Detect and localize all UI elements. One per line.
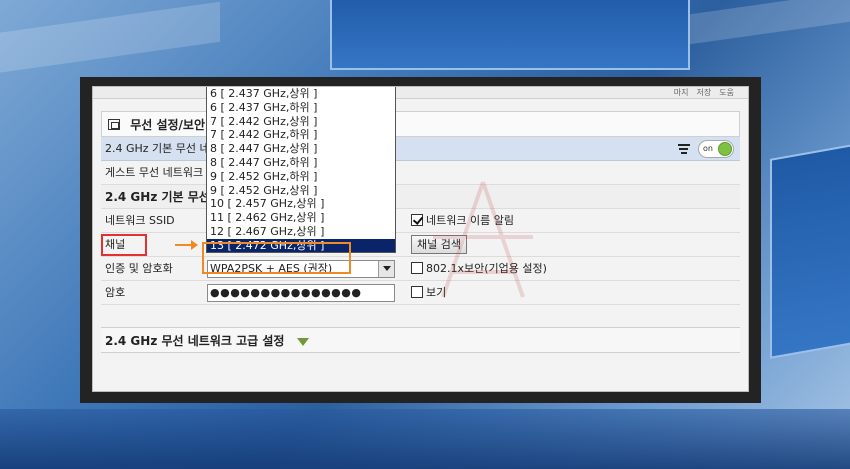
network-on-toggle[interactable]: on	[698, 140, 734, 158]
password-input-wrap: ●●●●●●●●●●●●●●●	[207, 284, 395, 302]
ssid-broadcast-option: 네트워크 이름 알림	[411, 209, 514, 233]
channel-row: 채널 채널 검색	[101, 233, 740, 257]
show-password-checkbox[interactable]	[411, 286, 423, 298]
background-window	[770, 141, 850, 359]
background-taskbar	[0, 409, 850, 469]
show-password-option: 보기	[411, 281, 446, 305]
chevron-down-icon[interactable]	[378, 261, 394, 277]
toggle-wrap: on	[678, 140, 734, 158]
ssid-label: 네트워크 SSID	[105, 214, 175, 227]
channel-option[interactable]: 9 [ 2.452 GHz,상위 ]	[207, 184, 395, 198]
ssid-broadcast-label: 네트워크 이름 알림	[426, 214, 514, 227]
channel-option[interactable]: 6 [ 2.437 GHz,상위 ]	[207, 87, 395, 101]
channel-label: 채널	[105, 238, 126, 251]
channel-option[interactable]: 7 [ 2.442 GHz,하위 ]	[207, 128, 395, 142]
ssid-broadcast-checkbox[interactable]	[411, 214, 423, 226]
channel-option[interactable]: 8 [ 2.447 GHz,하위 ]	[207, 156, 395, 170]
enterprise-option: 802.1x보안(기업용 설정)	[411, 257, 547, 281]
top-link-save[interactable]: 저장	[697, 87, 712, 98]
advanced-settings-label: 2.4 GHz 무선 네트워크 고급 설정	[105, 334, 285, 348]
auth-select-value: WPA2PSK + AES (권장)	[210, 262, 333, 275]
guest-network-row[interactable]: 게스트 무선 네트워크	[101, 161, 740, 185]
channel-scan-wrap: 채널 검색	[411, 233, 467, 257]
channel-option[interactable]: 10 [ 2.457 GHz,상위 ]	[207, 197, 395, 211]
auth-select-wrap: WPA2PSK + AES (권장)	[207, 260, 395, 278]
top-link-close[interactable]: 마지	[674, 87, 689, 98]
settings-content: 무선 설정/보안 2.4 GHz 기본 무선 네트워크 on 게스트 무선 네트…	[101, 111, 740, 305]
enterprise-checkbox[interactable]	[411, 262, 423, 274]
window-icon	[108, 119, 120, 130]
arrow-annotation	[175, 240, 198, 250]
toggle-label: on	[703, 144, 713, 153]
top-link-bar: 마지 저장 도움	[93, 87, 748, 99]
expand-triangle-icon[interactable]	[296, 338, 309, 346]
show-password-label: 보기	[426, 286, 447, 299]
password-label: 암호	[105, 286, 126, 299]
basic-network-bar[interactable]: 2.4 GHz 기본 무선 네트워크 on	[101, 137, 740, 161]
channel-option[interactable]: 12 [ 2.467 GHz,상위 ]	[207, 225, 395, 239]
channel-option[interactable]: 6 [ 2.437 GHz,하위 ]	[207, 101, 395, 115]
router-admin-page: 마지 저장 도움 무선 설정/보안 2.4 GHz 기본 무선 네트워크 on …	[92, 86, 749, 392]
basic-section-header: 2.4 GHz 기본 무선 네트워크	[101, 185, 740, 209]
background-stripe	[0, 1, 220, 79]
channel-option[interactable]: 11 [ 2.462 GHz,상위 ]	[207, 211, 395, 225]
screenshot-frame: 마지 저장 도움 무선 설정/보안 2.4 GHz 기본 무선 네트워크 on …	[80, 77, 761, 403]
password-input[interactable]: ●●●●●●●●●●●●●●●	[207, 284, 395, 302]
filter-icon[interactable]	[678, 143, 692, 155]
background-window	[330, 0, 690, 70]
channel-dropdown-list[interactable]: 6 [ 2.437 GHz,상위 ] 6 [ 2.437 GHz,하위 ] 7 [ …	[206, 87, 396, 253]
channel-option-selected[interactable]: 13 [ 2.472 GHz,상위 ]	[207, 238, 395, 252]
page-title: 무선 설정/보안	[130, 118, 205, 132]
password-row: 암호 ●●●●●●●●●●●●●●● 보기	[101, 281, 740, 305]
ssid-row: 네트워크 SSID 네트워크 이름 알림	[101, 209, 740, 233]
channel-option[interactable]: 7 [ 2.442 GHz,상위 ]	[207, 115, 395, 129]
advanced-settings-row[interactable]: 2.4 GHz 무선 네트워크 고급 설정	[101, 327, 740, 353]
auth-label: 인증 및 암호화	[105, 262, 173, 275]
page-title-row: 무선 설정/보안	[101, 111, 740, 137]
enterprise-label: 802.1x보안(기업용 설정)	[426, 262, 547, 275]
guest-network-label: 게스트 무선 네트워크	[105, 166, 204, 179]
channel-option[interactable]: 9 [ 2.452 GHz,하위 ]	[207, 170, 395, 184]
auth-select[interactable]: WPA2PSK + AES (권장)	[207, 260, 395, 278]
toggle-knob	[718, 142, 732, 156]
auth-row: 인증 및 암호화 WPA2PSK + AES (권장) 802.1x보안(기업용…	[101, 257, 740, 281]
channel-option[interactable]: 8 [ 2.447 GHz,상위 ]	[207, 142, 395, 156]
channel-scan-button[interactable]: 채널 검색	[411, 235, 467, 254]
top-link-help[interactable]: 도움	[719, 87, 734, 98]
